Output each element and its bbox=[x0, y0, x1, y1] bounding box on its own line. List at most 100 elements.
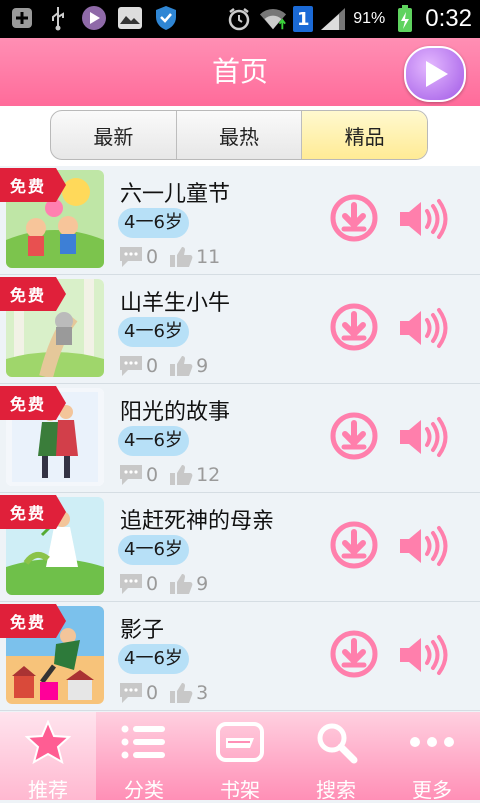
free-badge: 免费 bbox=[0, 495, 66, 529]
star-icon bbox=[24, 718, 72, 766]
age-badge: 4一6岁 bbox=[118, 208, 189, 238]
sim-slot-badge: 1 bbox=[293, 6, 314, 32]
list-item[interactable]: 免费 六一儿童节 4一6岁 0 11 bbox=[0, 166, 480, 275]
play-audio-button[interactable] bbox=[398, 305, 448, 351]
like-count: 9 bbox=[196, 573, 209, 595]
like-count: 9 bbox=[196, 355, 209, 377]
list-item[interactable]: 免费 阳光的故事 4一6岁 0 12 bbox=[0, 384, 480, 493]
signal-icon bbox=[319, 5, 347, 33]
list-icon bbox=[120, 718, 168, 766]
gallery-icon bbox=[116, 4, 144, 32]
list-item[interactable]: 免费 影子 4一6岁 0 3 bbox=[0, 602, 480, 711]
app-header: 首页 bbox=[0, 38, 480, 106]
story-title: 阳光的故事 bbox=[120, 400, 231, 425]
comment-icon bbox=[120, 356, 142, 376]
story-stats: 0 3 bbox=[118, 680, 208, 706]
like-icon bbox=[170, 574, 193, 594]
story-title: 影子 bbox=[120, 618, 165, 643]
comment-icon bbox=[120, 465, 142, 485]
download-icon bbox=[330, 194, 378, 242]
comment-count: 0 bbox=[146, 573, 159, 595]
download-button[interactable] bbox=[330, 630, 378, 678]
speaker-icon bbox=[400, 308, 448, 348]
speaker-icon bbox=[400, 635, 448, 675]
nav-recommend[interactable]: 推荐 bbox=[0, 712, 96, 802]
story-stats: 0 12 bbox=[118, 462, 220, 488]
play-audio-button[interactable] bbox=[398, 414, 448, 460]
tab-featured[interactable]: 精品 bbox=[302, 111, 427, 159]
speaker-icon bbox=[400, 199, 448, 239]
bottom-navigation: 推荐 分类 书架 搜索 更多 bbox=[0, 712, 480, 802]
nav-label: 分类 bbox=[124, 778, 164, 802]
like-count: 12 bbox=[196, 464, 221, 486]
free-badge: 免费 bbox=[0, 604, 66, 638]
tab-latest[interactable]: 最新 bbox=[51, 111, 177, 159]
comment-count: 0 bbox=[146, 682, 159, 704]
comment-count: 0 bbox=[146, 246, 159, 268]
free-badge: 免费 bbox=[0, 277, 66, 311]
alarm-icon bbox=[225, 5, 253, 33]
free-badge: 免费 bbox=[0, 386, 66, 420]
play-audio-button[interactable] bbox=[398, 523, 448, 569]
nav-label: 书架 bbox=[220, 778, 260, 802]
status-bar: 1 91% 0:32 bbox=[0, 0, 480, 38]
speaker-icon bbox=[400, 526, 448, 566]
play-icon bbox=[426, 61, 448, 87]
age-badge: 4一6岁 bbox=[118, 317, 189, 347]
now-playing-button[interactable] bbox=[404, 46, 466, 102]
like-icon bbox=[170, 247, 193, 267]
bookshelf-icon bbox=[216, 718, 264, 766]
story-title: 山羊生小牛 bbox=[120, 291, 231, 316]
download-icon bbox=[330, 521, 378, 569]
nav-label: 搜索 bbox=[316, 778, 356, 802]
story-list: 免费 六一儿童节 4一6岁 0 11 免费 山羊生小牛 4一6岁 0 9 免费 … bbox=[0, 166, 480, 711]
battery-percent: 91% bbox=[353, 10, 386, 27]
free-badge: 免费 bbox=[0, 168, 66, 202]
comment-icon bbox=[120, 683, 142, 703]
like-icon bbox=[170, 356, 193, 376]
story-stats: 0 11 bbox=[118, 244, 220, 270]
story-stats: 0 9 bbox=[118, 353, 208, 379]
download-icon bbox=[330, 412, 378, 460]
add-notification-icon bbox=[8, 4, 36, 32]
like-icon bbox=[170, 683, 193, 703]
shield-icon bbox=[152, 4, 180, 32]
story-stats: 0 9 bbox=[118, 571, 208, 597]
comment-icon bbox=[120, 574, 142, 594]
nav-category[interactable]: 分类 bbox=[96, 712, 192, 802]
like-count: 3 bbox=[196, 682, 209, 704]
age-badge: 4一6岁 bbox=[118, 535, 189, 565]
battery-charging-icon bbox=[391, 5, 419, 33]
story-title: 六一儿童节 bbox=[120, 182, 231, 207]
nav-more[interactable]: 更多 bbox=[384, 712, 480, 802]
play-audio-button[interactable] bbox=[398, 632, 448, 678]
tab-hottest[interactable]: 最热 bbox=[177, 111, 303, 159]
download-button[interactable] bbox=[330, 303, 378, 351]
search-icon bbox=[312, 718, 360, 766]
nav-bookshelf[interactable]: 书架 bbox=[192, 712, 288, 802]
age-badge: 4一6岁 bbox=[118, 426, 189, 456]
download-icon bbox=[330, 630, 378, 678]
tab-bar-area: 最新 最热 精品 bbox=[0, 106, 480, 166]
comment-icon bbox=[120, 247, 142, 267]
speaker-icon bbox=[400, 417, 448, 457]
segmented-tabs: 最新 最热 精品 bbox=[50, 110, 428, 160]
download-button[interactable] bbox=[330, 412, 378, 460]
story-title: 追赶死神的母亲 bbox=[120, 509, 275, 534]
like-icon bbox=[170, 465, 193, 485]
comment-count: 0 bbox=[146, 464, 159, 486]
download-button[interactable] bbox=[330, 521, 378, 569]
like-count: 11 bbox=[196, 246, 221, 268]
download-button[interactable] bbox=[330, 194, 378, 242]
nav-search[interactable]: 搜索 bbox=[288, 712, 384, 802]
list-item[interactable]: 免费 追赶死神的母亲 4一6岁 0 9 bbox=[0, 493, 480, 602]
comment-count: 0 bbox=[146, 355, 159, 377]
media-play-icon bbox=[80, 4, 108, 32]
play-audio-button[interactable] bbox=[398, 196, 448, 242]
nav-label: 更多 bbox=[412, 778, 452, 802]
age-badge: 4一6岁 bbox=[118, 644, 189, 674]
download-icon bbox=[330, 303, 378, 351]
list-item[interactable]: 免费 山羊生小牛 4一6岁 0 9 bbox=[0, 275, 480, 384]
usb-icon bbox=[44, 4, 72, 32]
nav-label: 推荐 bbox=[28, 778, 68, 802]
